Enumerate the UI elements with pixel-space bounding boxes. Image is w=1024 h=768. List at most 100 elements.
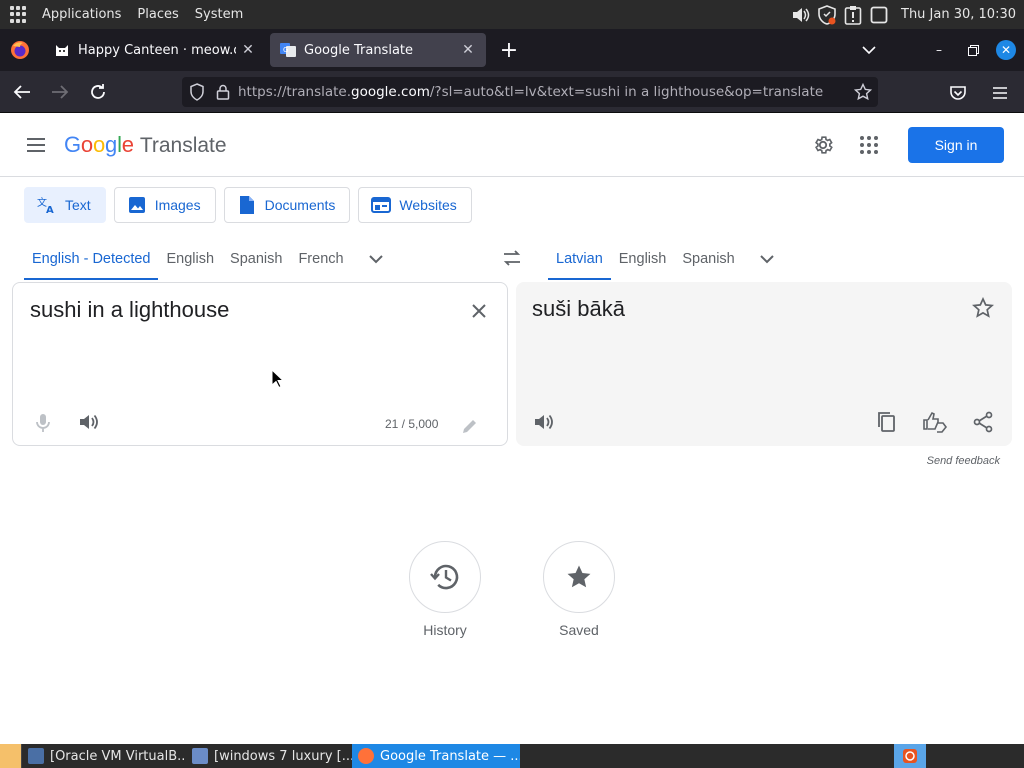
character-count: 21 / 5,000 bbox=[385, 417, 439, 431]
mode-label: Documents bbox=[264, 197, 336, 213]
google-wordmark: Google bbox=[64, 131, 134, 157]
source-lang-french[interactable]: French bbox=[290, 238, 351, 280]
tracking-protection-shield-icon[interactable] bbox=[182, 77, 212, 107]
source-lang-spanish[interactable]: Spanish bbox=[222, 238, 290, 280]
bottom-taskbar: [Oracle VM VirtualB... [windows 7 luxury… bbox=[0, 744, 1024, 768]
mode-websites-button[interactable]: Websites bbox=[358, 187, 472, 223]
forward-button[interactable] bbox=[44, 76, 76, 108]
settings-gear-icon[interactable] bbox=[806, 128, 840, 162]
system-menu[interactable]: System bbox=[187, 7, 251, 22]
applications-grid-icon[interactable] bbox=[10, 5, 28, 24]
main-menu-icon[interactable] bbox=[12, 121, 60, 169]
target-lang-spanish[interactable]: Spanish bbox=[674, 238, 742, 280]
swap-languages-icon[interactable] bbox=[497, 244, 527, 272]
mode-selector: 文A Text Images Documents Websites bbox=[24, 187, 472, 223]
bookmark-star-icon[interactable] bbox=[848, 77, 878, 107]
product-name: Translate bbox=[139, 133, 227, 157]
tab-title: Happy Canteen · meow.cam bbox=[78, 42, 236, 58]
tab-close-icon[interactable]: ✕ bbox=[460, 42, 476, 58]
app-menu-icon[interactable] bbox=[984, 77, 1016, 109]
source-language-bar: English - Detected English Spanish Frenc… bbox=[24, 238, 396, 280]
reload-button[interactable] bbox=[82, 76, 114, 108]
translate-icon: 文A bbox=[37, 195, 57, 215]
list-all-tabs-chevron-icon[interactable] bbox=[858, 39, 880, 61]
vm-window-icon bbox=[192, 748, 208, 764]
translate-header: Google Translate Sign in bbox=[0, 113, 1024, 177]
history-icon bbox=[430, 564, 459, 590]
firefox-icon[interactable] bbox=[0, 29, 40, 71]
firefox-icon bbox=[358, 748, 374, 764]
tab-happy-canteen[interactable]: Happy Canteen · meow.cam ✕ bbox=[44, 33, 266, 67]
clock[interactable]: Thu Jan 30, 10:30 bbox=[901, 7, 1016, 22]
task-label: [windows 7 luxury [... bbox=[214, 748, 352, 764]
image-icon bbox=[127, 195, 147, 215]
send-feedback-link[interactable]: Send feedback bbox=[927, 455, 1000, 467]
new-tab-button[interactable]: + bbox=[492, 33, 526, 67]
target-lang-latvian[interactable]: Latvian bbox=[548, 238, 611, 280]
restore-button[interactable] bbox=[962, 39, 984, 61]
mode-documents-button[interactable]: Documents bbox=[223, 187, 351, 223]
lock-icon[interactable] bbox=[212, 77, 234, 107]
tab-close-icon[interactable]: ✕ bbox=[240, 42, 256, 58]
task-windows7[interactable]: [windows 7 luxury [... bbox=[186, 744, 352, 768]
back-button[interactable] bbox=[6, 76, 38, 108]
listen-source-speaker-icon[interactable] bbox=[77, 410, 103, 436]
share-translation-icon[interactable] bbox=[970, 409, 996, 435]
task-label: Google Translate — ... bbox=[380, 748, 520, 764]
minimize-button[interactable]: – bbox=[928, 39, 950, 61]
url-host: google.com bbox=[351, 84, 430, 100]
microphone-icon[interactable] bbox=[31, 411, 55, 435]
task-label: [Oracle VM VirtualB... bbox=[50, 748, 186, 764]
history-label: History bbox=[423, 622, 467, 638]
nav-toolbar: https://translate.google.com/?sl=auto&tl… bbox=[0, 71, 1024, 113]
url-bar[interactable]: https://translate.google.com/?sl=auto&tl… bbox=[182, 77, 878, 107]
history-button[interactable] bbox=[409, 541, 481, 613]
close-window-button[interactable]: ✕ bbox=[996, 40, 1016, 60]
tab-google-translate[interactable]: G Google Translate ✕ bbox=[270, 33, 486, 67]
tab-strip: Happy Canteen · meow.cam ✕ G Google Tran… bbox=[0, 29, 1024, 71]
top-panel: Applications Places System Thu Jan 30, 1… bbox=[0, 0, 1024, 29]
tray-app-icon[interactable] bbox=[894, 744, 926, 768]
mode-label: Websites bbox=[399, 197, 457, 213]
rate-translation-thumbs-icon[interactable] bbox=[922, 409, 948, 435]
source-more-languages-chevron-icon[interactable] bbox=[356, 238, 396, 280]
google-translate-logo[interactable]: Google Translate bbox=[64, 132, 227, 158]
places-menu[interactable]: Places bbox=[129, 7, 186, 22]
edit-pencil-icon[interactable] bbox=[461, 417, 481, 437]
show-desktop-button[interactable] bbox=[0, 744, 22, 768]
virtualbox-icon bbox=[28, 748, 44, 764]
volume-icon[interactable] bbox=[791, 5, 811, 25]
source-lang-detected[interactable]: English - Detected bbox=[24, 238, 159, 280]
saved-button[interactable] bbox=[543, 541, 615, 613]
svg-text:G: G bbox=[283, 46, 288, 54]
target-language-bar: Latvian English Spanish bbox=[548, 238, 787, 280]
saved-star-icon bbox=[567, 565, 591, 588]
google-apps-grid-icon[interactable] bbox=[852, 128, 886, 162]
clear-source-close-icon[interactable] bbox=[465, 297, 493, 325]
task-google-translate[interactable]: Google Translate — ... bbox=[352, 744, 520, 768]
translated-text: suši bākā bbox=[532, 296, 625, 321]
target-lang-english[interactable]: English bbox=[611, 238, 675, 280]
target-more-languages-chevron-icon[interactable] bbox=[747, 238, 787, 280]
sign-in-button[interactable]: Sign in bbox=[908, 126, 1004, 163]
saved-label: Saved bbox=[559, 622, 599, 638]
pocket-icon[interactable] bbox=[942, 77, 974, 109]
document-icon bbox=[237, 195, 257, 215]
mode-text-button[interactable]: 文A Text bbox=[24, 187, 106, 223]
url-path: /?sl=auto&tl=lv&text=sushi in a lighthou… bbox=[429, 84, 824, 100]
listen-translation-speaker-icon[interactable] bbox=[532, 410, 558, 436]
mode-images-button[interactable]: Images bbox=[113, 187, 216, 223]
source-lang-english[interactable]: English bbox=[158, 238, 222, 280]
tab-title: Google Translate bbox=[304, 42, 414, 58]
clipboard-alert-icon[interactable] bbox=[843, 5, 863, 25]
task-virtualbox[interactable]: [Oracle VM VirtualB... bbox=[22, 744, 186, 768]
source-text-input[interactable]: sushi in a lighthouse bbox=[30, 297, 229, 323]
save-translation-star-icon[interactable] bbox=[971, 296, 996, 321]
url-text[interactable]: https://translate.google.com/?sl=auto&tl… bbox=[234, 84, 848, 100]
shield-update-icon[interactable] bbox=[817, 4, 837, 25]
window-square-icon[interactable] bbox=[869, 5, 889, 25]
copy-translation-icon[interactable] bbox=[874, 409, 900, 435]
source-text-panel: sushi in a lighthouse 21 / 5,000 bbox=[12, 282, 508, 446]
applications-menu[interactable]: Applications bbox=[34, 7, 129, 22]
mouse-cursor-icon bbox=[271, 368, 285, 393]
